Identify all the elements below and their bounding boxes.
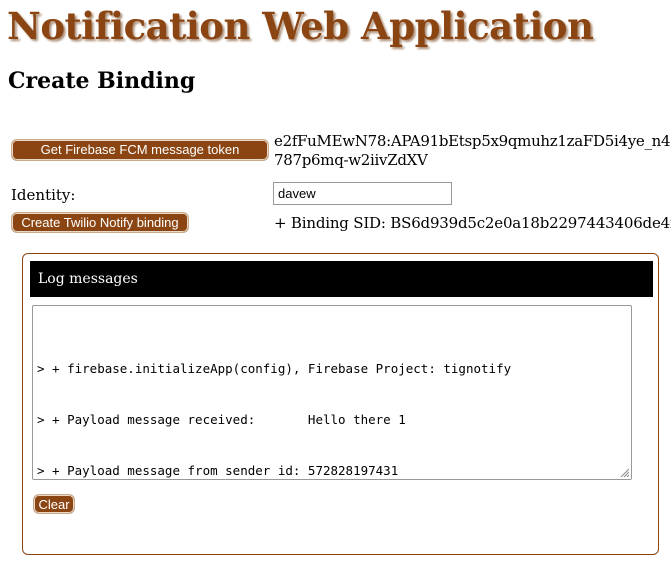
identity-label: Identity: [11,186,76,204]
log-header: Log messages [30,261,653,297]
log-line: > + Payload message received: Hello ther… [37,412,406,427]
fcm-token-value: e2fFuMEwN78:APA91bEtsp5x9qmuhz1zaFD5i4ye… [274,132,671,169]
create-notify-binding-button[interactable]: Create Twilio Notify binding [11,212,189,233]
log-textarea[interactable]: > + firebase.initializeApp(config), Fire… [32,305,632,480]
binding-sid-text: + Binding SID: BS6d939d5c2e0a18b22974434… [274,214,671,232]
app-title: Notification Web Application [7,4,594,48]
resize-handle-icon[interactable] [619,467,629,477]
log-line: > + firebase.initializeApp(config), Fire… [37,361,512,376]
section-title: Create Binding [8,68,196,94]
get-fcm-token-button[interactable]: Get Firebase FCM message token [11,139,269,161]
clear-log-button[interactable]: Clear [33,494,75,514]
log-line: > + Payload message from sender id: 5728… [37,463,399,478]
identity-input[interactable] [273,182,452,205]
